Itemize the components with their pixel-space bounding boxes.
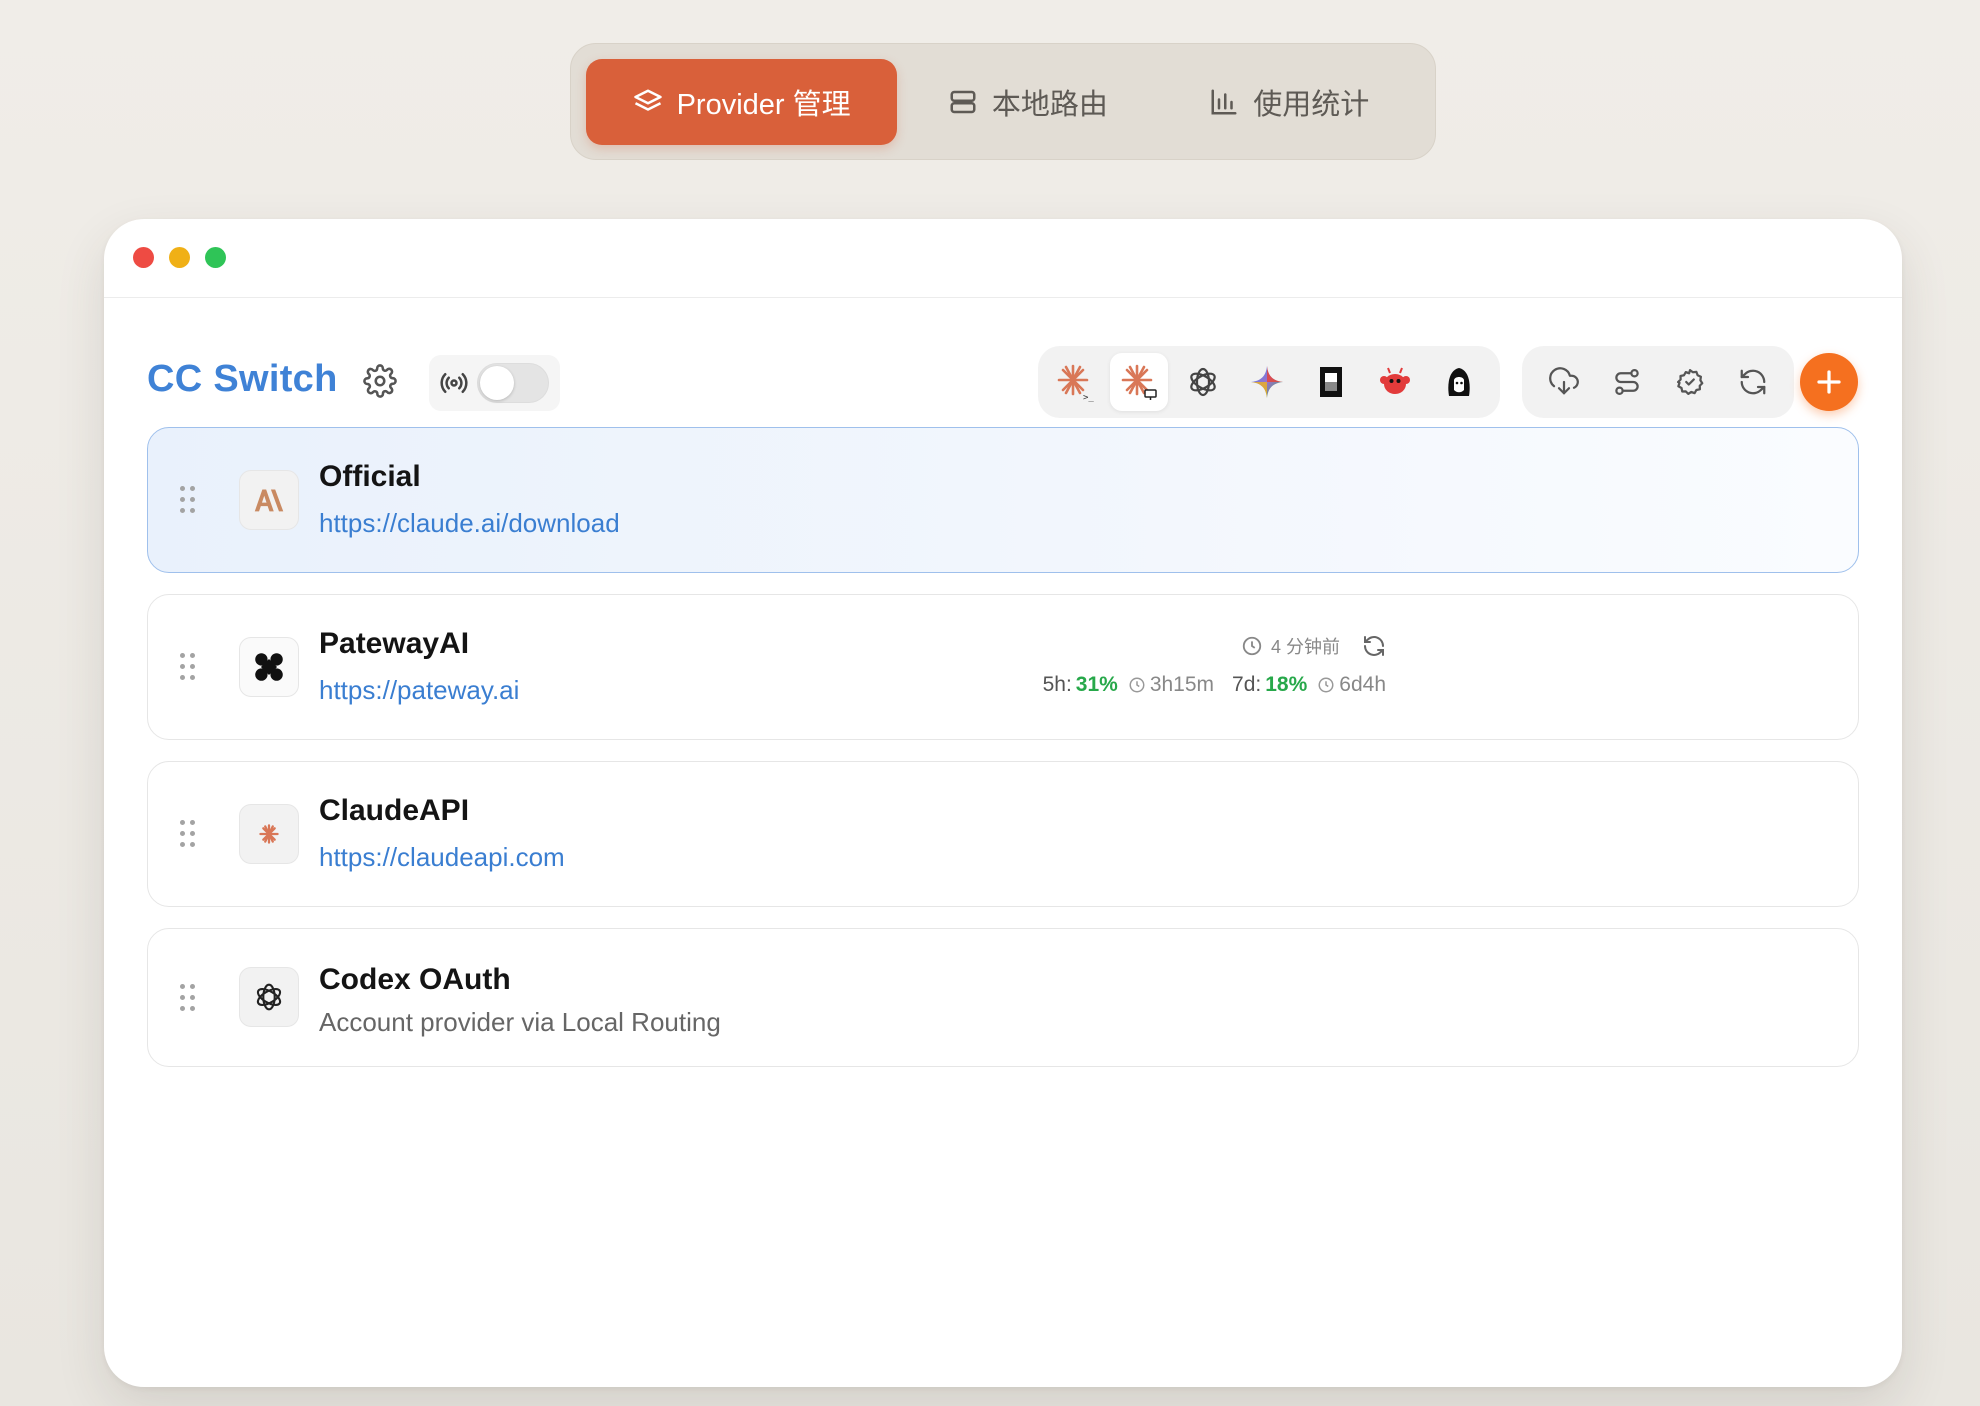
bar-chart-icon <box>1211 89 1237 114</box>
import-button[interactable] <box>1539 357 1589 407</box>
provider-name: Official <box>319 460 421 493</box>
provider-name: ClaudeAPI <box>319 794 470 827</box>
provider-description: Account provider via Local Routing <box>319 1007 721 1037</box>
opencode-icon <box>1320 367 1342 397</box>
usage-summary: 4 分钟前 5h: 31% 3h15m 7d: 18% 6d4h <box>1043 633 1386 697</box>
tab-label: 使用统计 <box>1253 88 1370 121</box>
usage-5h-percent: 31% <box>1075 673 1118 696</box>
server-icon <box>950 90 976 113</box>
claude-code-icon: >_ <box>1057 364 1094 402</box>
switch-knob <box>480 366 514 400</box>
provider-card-codex-oauth[interactable]: Codex OAuth Account provider via Local R… <box>147 928 1859 1067</box>
usage-5h-label: 5h: <box>1042 673 1072 696</box>
tab-provider-management[interactable]: Provider 管理 <box>586 58 898 145</box>
maximize-window-button[interactable] <box>205 247 226 268</box>
usage-7d-reset: 6d4h <box>1339 673 1386 696</box>
anthropic-logo-icon <box>239 470 299 530</box>
drag-handle-icon[interactable] <box>178 653 202 683</box>
drag-handle-icon[interactable] <box>178 486 202 516</box>
route-icon <box>1614 369 1639 395</box>
gear-icon[interactable] <box>363 364 397 398</box>
svg-text:>_: >_ <box>1083 393 1094 402</box>
app-header: CC Switch >_ <box>104 326 1902 436</box>
drag-handle-icon[interactable] <box>178 820 202 850</box>
plus-icon <box>1817 370 1841 394</box>
usage-5h-reset: 3h15m <box>1149 673 1215 696</box>
tab-label: 本地路由 <box>991 88 1108 121</box>
usage-7d-percent: 18% <box>1265 673 1308 696</box>
badge-check-icon <box>1676 369 1703 395</box>
app-window: CC Switch >_ Official https://claude.ai/… <box>104 219 1902 1387</box>
provider-name: PatewayAI <box>319 627 470 660</box>
app-hermes[interactable] <box>1430 353 1488 411</box>
close-window-button[interactable] <box>133 247 154 268</box>
refresh-usage-icon[interactable] <box>1362 634 1386 658</box>
provider-url-link[interactable]: https://claude.ai/download <box>319 508 620 539</box>
provider-card-official[interactable]: Official https://claude.ai/download <box>147 427 1859 573</box>
refresh-icon <box>1740 369 1765 395</box>
drag-handle-icon[interactable] <box>178 984 202 1014</box>
app-codex[interactable] <box>1174 353 1232 411</box>
provider-card-patewayai[interactable]: PatewayAI https://pateway.ai 4 分钟前 5h: 3… <box>147 594 1859 740</box>
app-selector: >_ <box>1038 346 1500 418</box>
verify-button[interactable] <box>1665 357 1715 407</box>
cloud-download-icon <box>1548 367 1579 395</box>
app-openclaw[interactable] <box>1366 353 1424 411</box>
proxy-switch[interactable] <box>477 363 549 403</box>
refresh-button[interactable] <box>1728 357 1778 407</box>
app-opencode[interactable] <box>1302 353 1360 411</box>
main-nav: Provider 管理 本地路由 使用统计 <box>570 43 1436 160</box>
provider-name: Codex OAuth <box>319 963 511 996</box>
clock-icon <box>1318 677 1334 693</box>
routing-button[interactable] <box>1602 357 1652 407</box>
openclaw-icon <box>1380 367 1410 394</box>
app-claude-code[interactable]: >_ <box>1046 353 1104 411</box>
title-bar <box>104 219 1902 298</box>
app-claude-desktop[interactable] <box>1110 353 1168 411</box>
openai-logo-icon <box>239 967 299 1027</box>
layers-icon <box>633 89 662 111</box>
gemini-icon <box>1251 366 1283 398</box>
usage-updated-time: 4 分钟前 <box>1270 637 1340 657</box>
provider-url-link[interactable]: https://pateway.ai <box>319 675 519 706</box>
minimize-window-button[interactable] <box>169 247 190 268</box>
provider-url-link[interactable]: https://claudeapi.com <box>319 842 565 873</box>
pateway-logo-icon <box>239 637 299 697</box>
tab-label: Provider 管理 <box>676 88 851 121</box>
add-provider-button[interactable] <box>1800 353 1858 411</box>
claude-desktop-icon <box>1121 364 1157 400</box>
proxy-toggle <box>429 355 560 411</box>
provider-list: Official https://claude.ai/download Pate… <box>147 427 1859 1088</box>
broadcast-icon <box>440 373 468 393</box>
openai-icon <box>1190 367 1216 397</box>
tab-local-routing[interactable]: 本地路由 <box>897 59 1158 145</box>
clock-icon <box>1129 677 1145 693</box>
app-gemini[interactable] <box>1238 353 1296 411</box>
clock-icon <box>1242 636 1262 656</box>
claude-logo-icon <box>239 804 299 864</box>
tab-usage-stats[interactable]: 使用统计 <box>1159 59 1420 145</box>
usage-7d-label: 7d: <box>1232 673 1262 696</box>
provider-card-claudeapi[interactable]: ClaudeAPI https://claudeapi.com <box>147 761 1859 907</box>
app-title: CC Switch <box>147 358 338 400</box>
toolbar <box>1522 346 1794 418</box>
hermes-icon <box>1448 368 1470 396</box>
